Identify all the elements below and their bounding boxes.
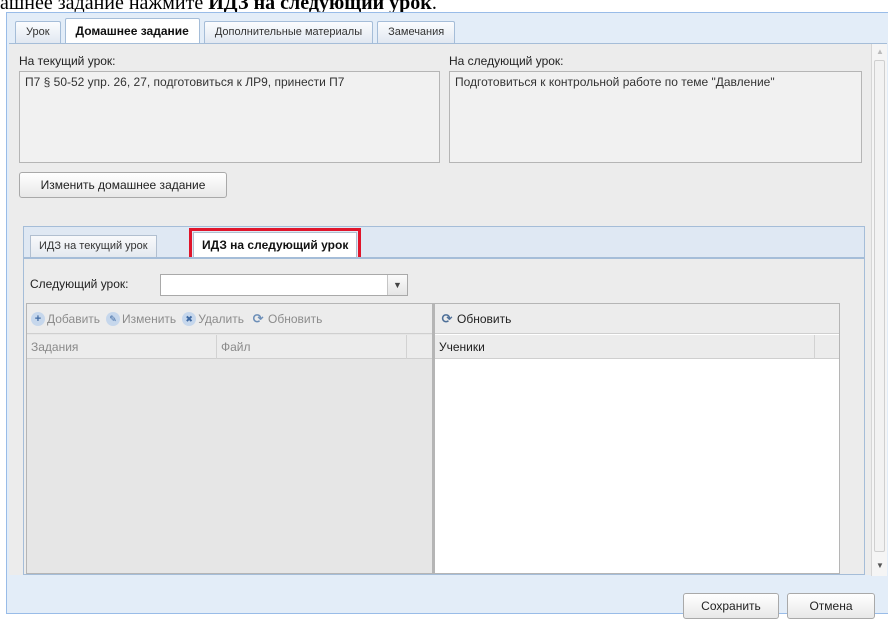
refresh-tasks-label: Обновить [268,311,323,326]
refresh-icon: ⟳ [252,310,264,326]
plus-circle-icon: + [31,311,45,326]
next-lesson-select[interactable]: ▼ [160,274,408,296]
next-homework-text: Подготовиться к контрольной работе по те… [449,71,862,163]
current-lesson-label: На текущий урок: [19,54,116,68]
tab-additional-materials[interactable]: Дополнительные материалы [203,21,374,43]
main-tabs: Урок Домашнее задание Дополнительные мат… [15,17,459,43]
pencil-icon: ✎ [106,311,121,326]
refresh-students-button[interactable]: ⟳ Обновить [439,310,512,326]
tasks-grid-header: Задания Файл [27,335,432,359]
edit-task-button[interactable]: ✎ Изменить [106,311,177,326]
column-file[interactable]: Файл [217,335,407,359]
lesson-window: Урок Домашнее задание Дополнительные мат… [6,12,888,619]
students-toolbar: ⟳ Обновить [435,304,839,334]
save-button[interactable]: Сохранить [683,593,779,619]
x-circle-icon: ✖ [182,311,197,326]
scrollbar-thumb[interactable] [874,60,885,552]
vertical-scrollbar[interactable]: ▲ ▼ [871,44,887,576]
tab-homework[interactable]: Домашнее задание [64,18,200,43]
individual-tasks-tabs: ИДЗ на текущий урок ИДЗ на следующий уро… [23,226,865,261]
next-lesson-field-label: Следующий урок: [30,277,129,291]
tab-lesson[interactable]: Урок [15,21,61,43]
current-homework-text: П7 § 50-52 упр. 26, 27, подготовиться к … [19,71,440,163]
delete-task-button[interactable]: ✖ Удалить [182,311,245,326]
chevron-down-icon[interactable]: ▼ [387,275,407,295]
edit-task-label: Изменить [122,311,177,326]
tab-tasks-next-lesson[interactable]: ИДЗ на следующий урок [188,228,362,261]
delete-task-label: Удалить [198,311,245,326]
scroll-down-icon[interactable]: ▼ [872,558,888,574]
next-lesson-label: На следующий урок: [449,54,564,68]
students-grid-header: Ученики [435,335,839,359]
column-tasks[interactable]: Задания [27,335,217,359]
refresh-students-label: Обновить [457,311,512,326]
refresh-icon: ⟳ [441,310,453,326]
add-task-label: Добавить [47,311,101,326]
next-lesson-tasks-panel: Следующий урок: ▼ + Добавить ✎ Изменить [23,257,865,575]
add-task-button[interactable]: + Добавить [31,311,101,326]
students-grid: ⟳ Обновить Ученики [433,303,840,574]
scroll-up-icon[interactable]: ▲ [872,44,888,60]
tasks-toolbar: + Добавить ✎ Изменить ✖ Удалить ⟳ Обнови… [27,304,432,334]
cancel-button[interactable]: Отмена [787,593,875,619]
tasks-grid: + Добавить ✎ Изменить ✖ Удалить ⟳ Обнови… [26,303,433,574]
homework-panel: На текущий урок: П7 § 50-52 упр. 26, 27,… [9,43,887,576]
change-homework-button[interactable]: Изменить домашнее задание [19,172,227,198]
tab-tasks-current-lesson[interactable]: ИДЗ на текущий урок [30,235,157,257]
tab-remarks[interactable]: Замечания [377,21,456,43]
refresh-tasks-button[interactable]: ⟳ Обновить [250,310,323,326]
column-students[interactable]: Ученики [435,335,815,359]
